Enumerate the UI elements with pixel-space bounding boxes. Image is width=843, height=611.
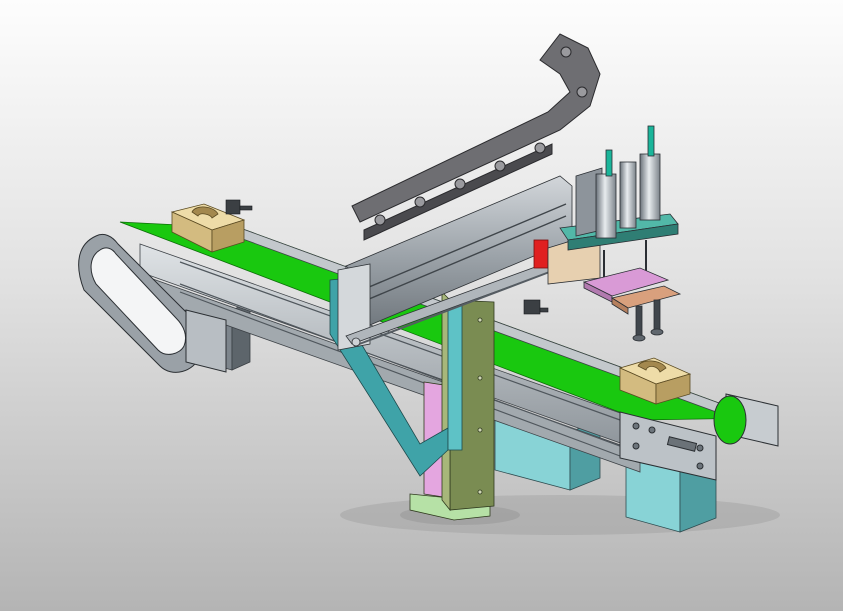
- photo-sensor-left: [225, 199, 253, 215]
- cad-viewport: [0, 0, 843, 611]
- pick-and-place-head: [547, 125, 682, 342]
- motor-coupler: [533, 239, 549, 269]
- gantry-conveyor-model: [78, 33, 780, 535]
- photo-sensor-right: [523, 299, 549, 315]
